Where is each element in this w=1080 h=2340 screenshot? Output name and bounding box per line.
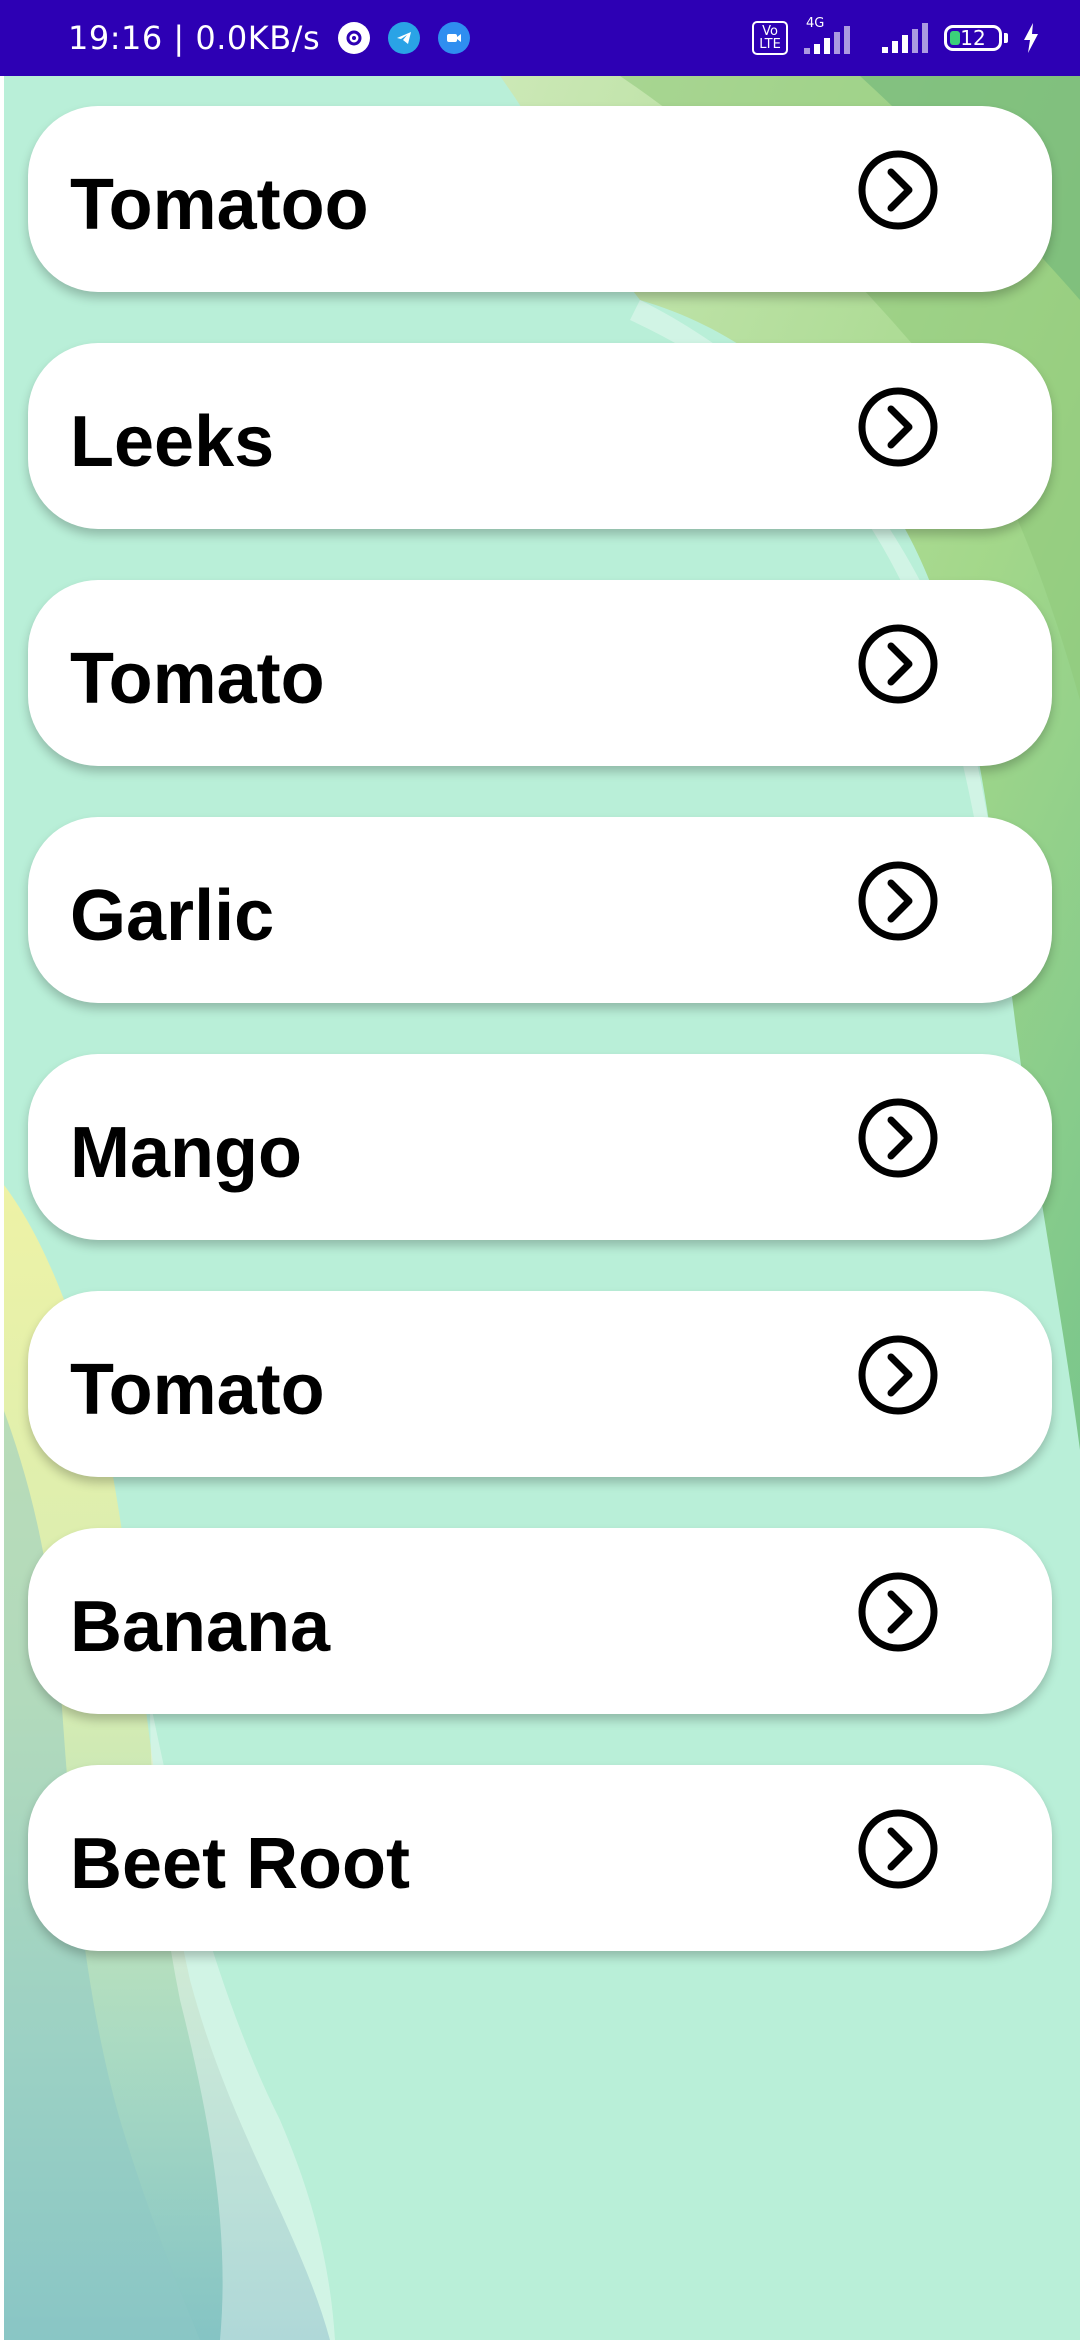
signal-icon-2 xyxy=(882,23,928,53)
list-item[interactable]: Tomatoo xyxy=(28,106,1052,292)
network-type-label: 4G xyxy=(806,16,825,31)
chevron-right-circle-icon[interactable] xyxy=(856,859,940,943)
list-item-label: Tomato xyxy=(70,1350,325,1430)
list-item[interactable]: Banana xyxy=(28,1528,1052,1714)
list-item[interactable]: Mango xyxy=(28,1054,1052,1240)
list-item[interactable]: Beet Root xyxy=(28,1765,1052,1951)
list-item-label: Beet Root xyxy=(70,1824,410,1904)
list-item[interactable]: Leeks xyxy=(28,343,1052,529)
chevron-right-circle-icon[interactable] xyxy=(856,1096,940,1180)
battery-nub xyxy=(1004,33,1008,43)
app-screen: 19:16 | 0.0KB/s Vo LTE 4G 12 Tomatoo Lee… xyxy=(0,0,1080,2340)
list-item-label: Tomato xyxy=(70,639,325,719)
chevron-right-circle-icon[interactable] xyxy=(856,148,940,232)
list-item[interactable]: Tomato xyxy=(28,1291,1052,1477)
volte-badge: Vo LTE xyxy=(752,21,788,55)
chevron-right-circle-icon[interactable] xyxy=(856,1807,940,1891)
list-item-label: Banana xyxy=(70,1587,331,1667)
battery-indicator: 12 xyxy=(944,25,1002,51)
left-edge-strip xyxy=(0,76,4,2340)
list-item[interactable]: Garlic xyxy=(28,817,1052,1003)
chevron-right-circle-icon[interactable] xyxy=(856,622,940,706)
network-4g-signal: 4G xyxy=(802,16,866,54)
list-item-label: Leeks xyxy=(70,402,275,482)
list-item[interactable]: Tomato xyxy=(28,580,1052,766)
chevron-right-circle-icon[interactable] xyxy=(856,1570,940,1654)
list-item-label: Mango xyxy=(70,1113,302,1193)
settings-app-icon xyxy=(338,22,371,54)
battery-level: 12 xyxy=(960,26,986,50)
chevron-right-circle-icon[interactable] xyxy=(856,385,940,469)
charging-icon xyxy=(1024,23,1038,53)
status-bar: 19:16 | 0.0KB/s Vo LTE 4G 12 xyxy=(0,0,1080,76)
telegram-icon xyxy=(388,22,421,54)
status-left: 19:16 | 0.0KB/s xyxy=(68,19,471,57)
list-item-label: Garlic xyxy=(70,876,275,956)
status-right: Vo LTE 4G 12 xyxy=(752,16,1040,55)
battery-fill xyxy=(950,31,960,45)
list-item-label: Tomatoo xyxy=(70,165,369,245)
video-call-icon xyxy=(438,22,471,54)
status-time-speed: 19:16 | 0.0KB/s xyxy=(68,19,321,57)
chevron-right-circle-icon[interactable] xyxy=(856,1333,940,1417)
